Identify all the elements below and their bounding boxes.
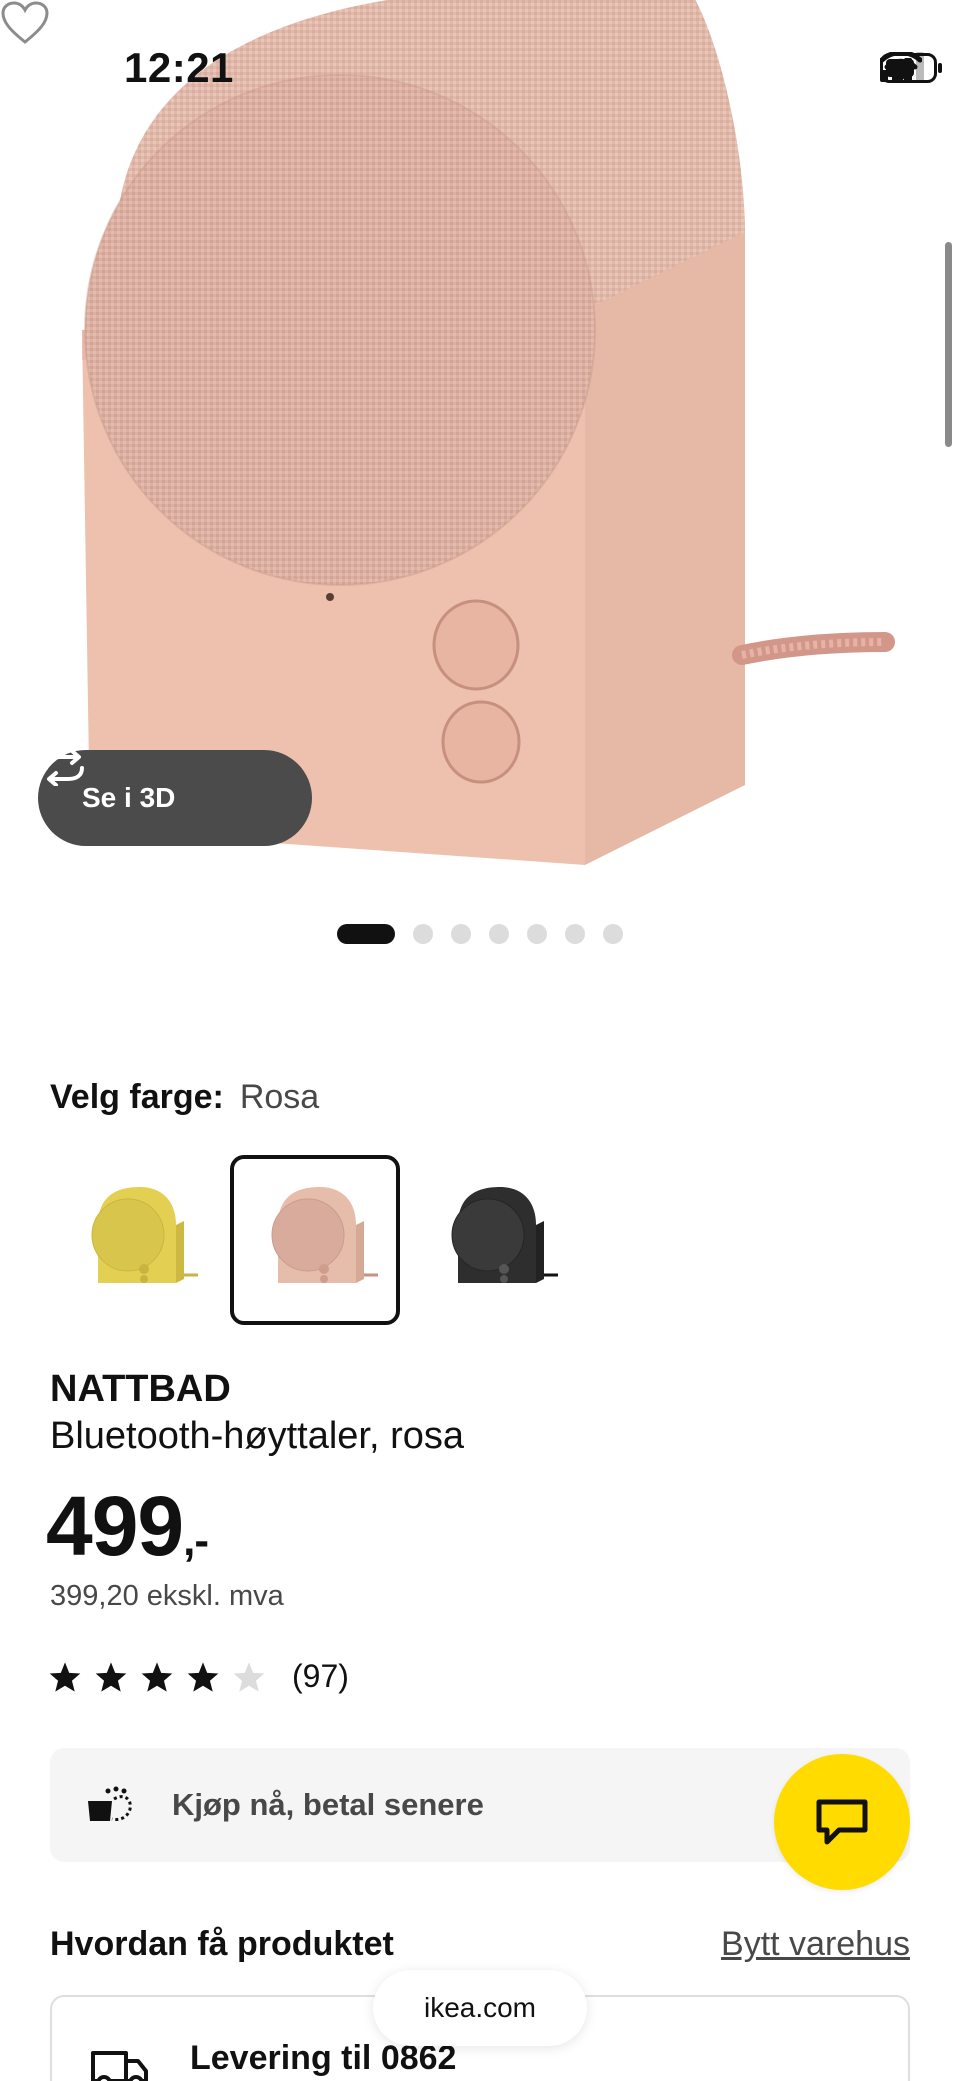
price-excl-vat: 399,20 ekskl. mva (50, 1580, 284, 1612)
truck-icon (91, 2051, 148, 2081)
price-suffix: ,- (183, 1516, 209, 1565)
star-icon-1 (49, 1661, 81, 1692)
color-picker-value: Rosa (239, 1078, 320, 1116)
color-picker-key: Velg farge: (50, 1078, 224, 1116)
star-icon-5 (233, 1661, 265, 1692)
star-icon-3 (141, 1661, 173, 1692)
product-name: NATTBAD (50, 1368, 231, 1410)
how-to-get-title: Hvordan få produktet (50, 1925, 394, 1963)
carousel-dot-2[interactable] (413, 924, 433, 944)
carousel-dot-7[interactable] (603, 924, 623, 944)
speaker-thumbnail-yellow (91, 1187, 198, 1283)
star-icon-4 (187, 1661, 219, 1692)
heart-icon[interactable] (0, 0, 50, 46)
carousel-dot-6[interactable] (565, 924, 585, 944)
switch-store-link[interactable]: Bytt varehus (721, 1925, 910, 1964)
review-count: (97) (292, 1658, 349, 1694)
chat-button[interactable] (774, 1754, 910, 1890)
speaker-thumbnail-rosa (271, 1187, 378, 1283)
speaker-thumbnail-black (451, 1187, 558, 1283)
chat-icon (816, 1799, 868, 1845)
status-time: 12:21 (124, 44, 234, 91)
browser-url-bar[interactable]: ikea.com (373, 1970, 587, 2046)
carousel-dot-1[interactable] (337, 924, 395, 944)
see-in-3d-label: Se i 3D (82, 782, 176, 813)
color-swatch-rosa[interactable] (230, 1155, 400, 1325)
color-swatches (50, 1155, 580, 1325)
carousel-dot-5[interactable] (527, 924, 547, 944)
see-in-3d-button[interactable]: Se i 3D (38, 750, 312, 846)
installment-icon (88, 1786, 132, 1821)
status-bar: 12:21 (0, 0, 960, 140)
product-image[interactable]: 12:21 Se i 3D (0, 0, 960, 890)
product-price: 499,- (46, 1478, 209, 1575)
color-picker-label: Velg farge: Rosa (50, 1078, 319, 1117)
rating[interactable]: (97) (48, 1658, 349, 1695)
product-description: Bluetooth-høyttaler, rosa (50, 1415, 464, 1457)
rotate-3d-icon (44, 750, 84, 786)
buy-now-pay-later-label: Kjøp nå, betal senere (172, 1787, 484, 1822)
color-swatch-yellow[interactable] (50, 1155, 220, 1325)
carousel-dots[interactable] (0, 924, 960, 944)
battery-icon (880, 53, 942, 83)
star-icon-2 (95, 1661, 127, 1692)
carousel-dot-4[interactable] (489, 924, 509, 944)
price-value: 499 (46, 1479, 184, 1573)
carousel-dot-3[interactable] (451, 924, 471, 944)
color-swatch-black[interactable] (410, 1155, 580, 1325)
scrollbar-thumb[interactable] (945, 242, 952, 447)
